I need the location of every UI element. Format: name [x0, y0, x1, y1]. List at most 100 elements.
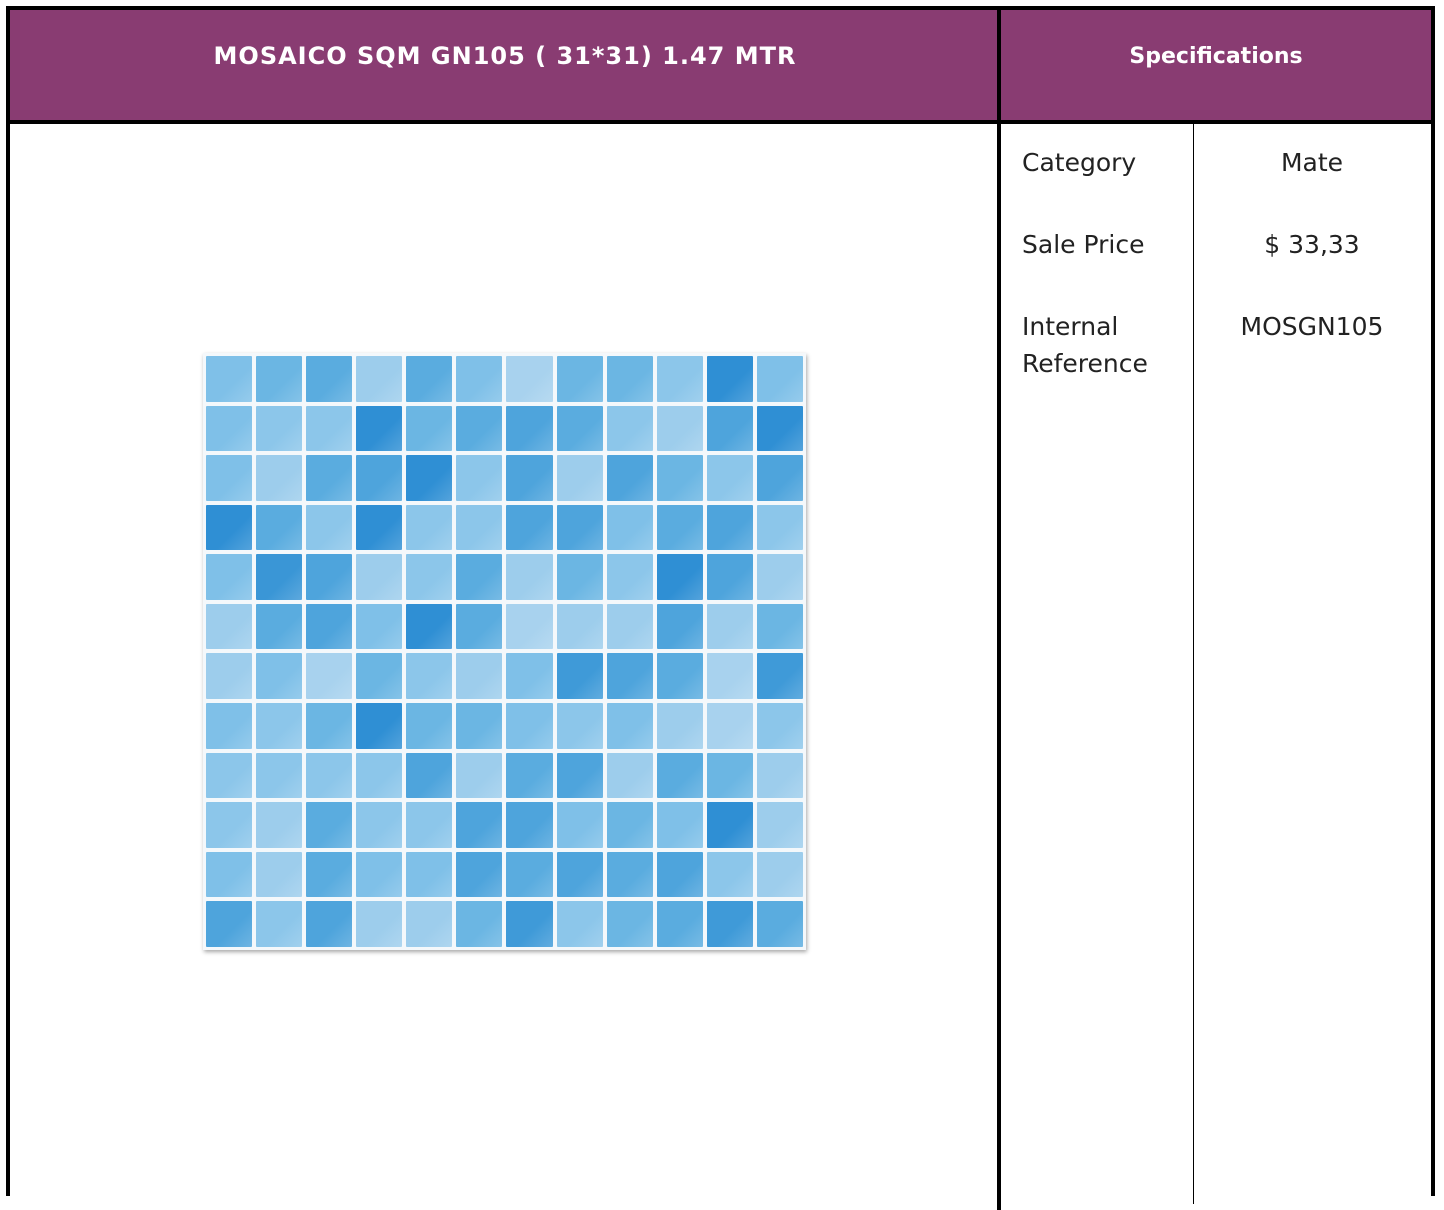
mosaic-tile: [606, 356, 653, 402]
mosaic-tile: [256, 356, 303, 402]
mosaic-tile: [306, 703, 353, 749]
mosaic-tile: [656, 653, 703, 700]
spec-label-sale-price: Sale Price: [1022, 230, 1145, 259]
mosaic-tile: [556, 504, 603, 551]
mosaic-tile: [756, 554, 803, 600]
spec-value-category: Mate: [1280, 148, 1344, 177]
mosaic-tile: [506, 901, 553, 947]
mosaic-tile: [556, 752, 603, 799]
mosaic-tile: [656, 356, 703, 402]
mosaic-tile: [706, 405, 753, 452]
product-image: [203, 353, 806, 950]
mosaic-tile: [306, 752, 353, 799]
mosaic-tile: [706, 554, 753, 600]
mosaic-tile: [256, 802, 303, 848]
mosaic-tile: [556, 405, 603, 452]
mosaic-tile: [706, 504, 753, 551]
mosaic-tile: [206, 851, 253, 898]
mosaic-tile: [606, 802, 653, 848]
mosaic-tile: [556, 703, 603, 749]
mosaic-tile: [456, 455, 503, 501]
mosaic-tile: [206, 405, 253, 452]
mosaic-tile: [306, 554, 353, 600]
spec-value-sale-price: $ 33,33: [1264, 230, 1360, 259]
mosaic-tile: [756, 752, 803, 799]
product-image-area: [10, 124, 997, 1204]
mosaic-tile: [356, 703, 403, 749]
mosaic-tile: [706, 851, 753, 898]
mosaic-tile: [256, 851, 303, 898]
mosaic-tile: [456, 356, 503, 402]
mosaic-tile: [256, 405, 303, 452]
mosaic-tile: [256, 703, 303, 749]
mosaic-tile: [206, 901, 253, 947]
mosaic-tile: [356, 851, 403, 898]
mosaic-tile: [656, 554, 703, 600]
mosaic-tile: [756, 851, 803, 898]
mosaic-tile: [306, 653, 353, 700]
mosaic-tile: [656, 802, 703, 848]
mosaic-tile: [256, 603, 303, 650]
mosaic-tile: [606, 603, 653, 650]
mosaic-tile: [656, 405, 703, 452]
spec-label-category: Category: [1022, 148, 1137, 177]
mosaic-tile: [206, 504, 253, 551]
mosaic-tile: [706, 356, 753, 402]
mosaic-tile: [706, 901, 753, 947]
mosaic-tile-grid: [206, 356, 803, 947]
mosaic-tile: [356, 356, 403, 402]
mosaic-tile: [706, 603, 753, 650]
mosaic-tile: [506, 356, 553, 402]
mosaic-tile: [456, 504, 503, 551]
mosaic-tile: [556, 356, 603, 402]
mosaic-tile: [356, 802, 403, 848]
mosaic-tile: [556, 802, 603, 848]
mosaic-tile: [706, 752, 753, 799]
mosaic-tile: [406, 504, 453, 551]
mosaic-tile: [656, 703, 703, 749]
mosaic-tile: [756, 455, 803, 501]
mosaic-tile: [756, 356, 803, 402]
mosaic-tile: [606, 703, 653, 749]
mosaic-tile: [206, 802, 253, 848]
mosaic-tile: [406, 901, 453, 947]
mosaic-tile: [756, 405, 803, 452]
mosaic-tile: [756, 504, 803, 551]
mosaic-tile: [256, 554, 303, 600]
mosaic-tile: [606, 752, 653, 799]
mosaic-tile: [356, 603, 403, 650]
mosaic-tile: [656, 901, 703, 947]
mosaic-tile: [756, 603, 803, 650]
mosaic-tile: [506, 504, 553, 551]
mosaic-tile: [256, 653, 303, 700]
mosaic-tile: [756, 703, 803, 749]
mosaic-tile: [206, 603, 253, 650]
mosaic-tile: [356, 752, 403, 799]
mosaic-tile: [706, 802, 753, 848]
mosaic-tile: [206, 554, 253, 600]
mosaic-tile: [356, 504, 403, 551]
spec-label-internal-reference: Internal Reference: [1022, 312, 1148, 378]
mosaic-tile: [606, 901, 653, 947]
mosaic-tile: [456, 554, 503, 600]
spec-value-internal-reference: MOSGN105: [1240, 312, 1384, 341]
mosaic-tile: [206, 703, 253, 749]
mosaic-tile: [456, 851, 503, 898]
mosaic-tile: [506, 752, 553, 799]
mosaic-tile: [306, 901, 353, 947]
mosaic-tile: [356, 554, 403, 600]
mosaic-tile: [356, 653, 403, 700]
mosaic-tile: [506, 455, 553, 501]
mosaic-tile: [556, 901, 603, 947]
mosaic-tile: [506, 851, 553, 898]
mosaic-tile: [456, 405, 503, 452]
mosaic-tile: [306, 455, 353, 501]
mosaic-tile: [556, 554, 603, 600]
mosaic-tile: [206, 653, 253, 700]
mosaic-tile: [456, 752, 503, 799]
mosaic-tile: [206, 455, 253, 501]
mosaic-tile: [306, 405, 353, 452]
mosaic-tile: [406, 752, 453, 799]
mosaic-tile: [506, 802, 553, 848]
mosaic-tile: [406, 603, 453, 650]
